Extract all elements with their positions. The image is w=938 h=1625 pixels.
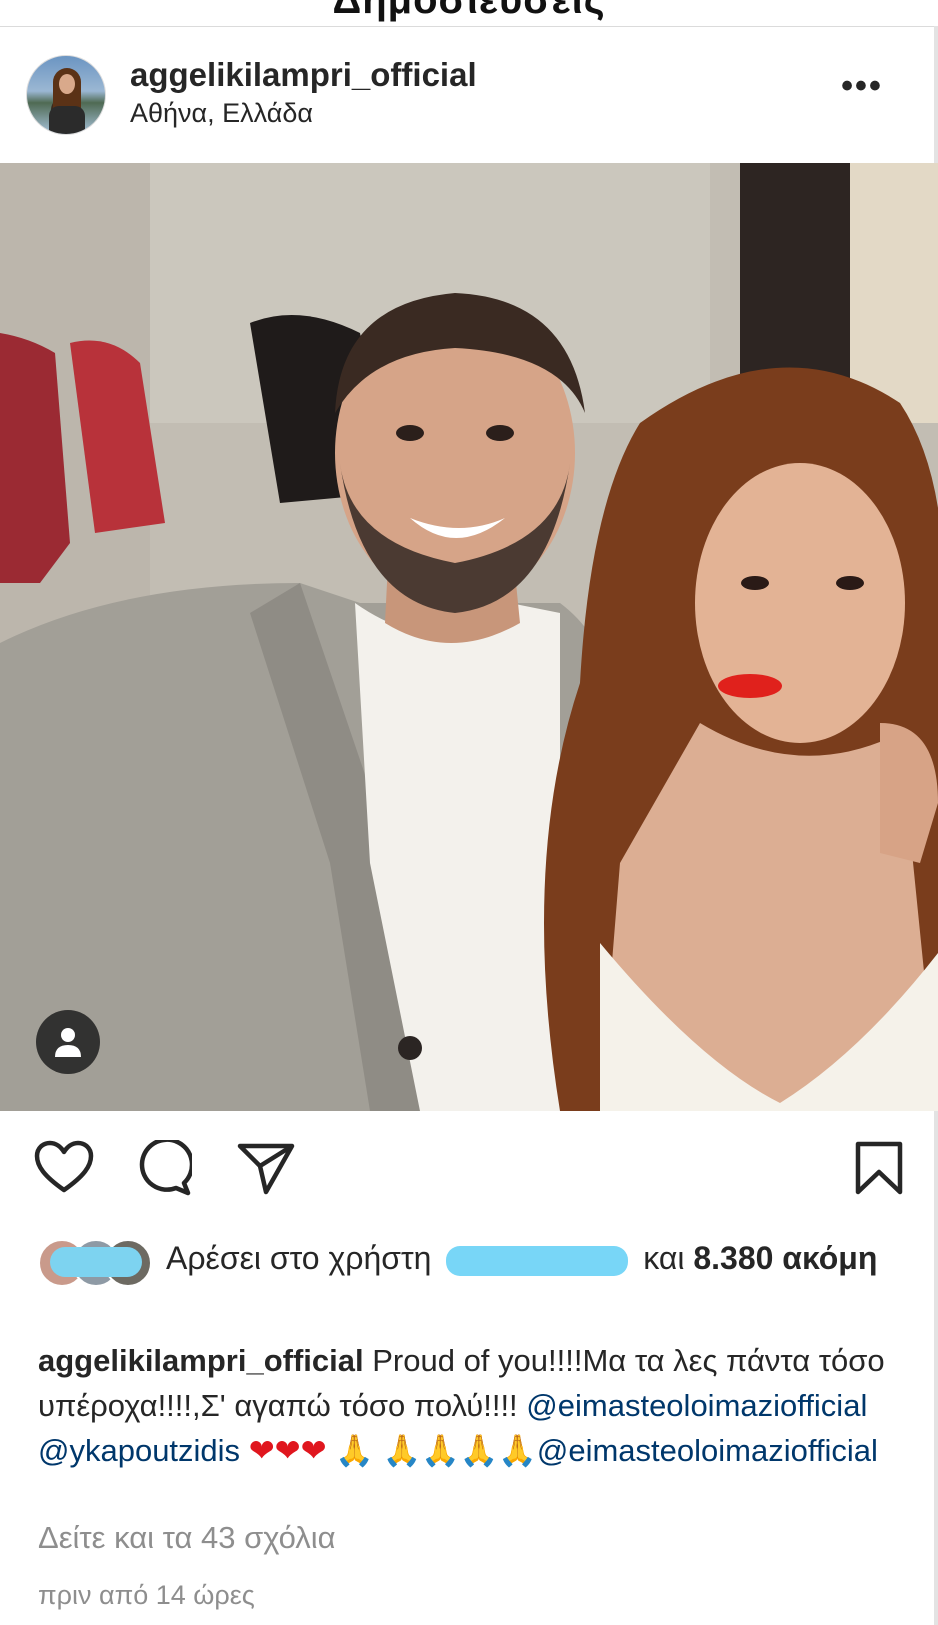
mention-link[interactable]: @eimasteoloimaziofficial bbox=[526, 1388, 867, 1423]
page-title: Δημοσιεύσεις bbox=[332, 0, 606, 22]
likes-prefix: Αρέσει στο χρήστη bbox=[166, 1240, 432, 1276]
post-location[interactable]: Αθήνα, Ελλάδα bbox=[130, 98, 313, 129]
heart-emoji: ❤❤❤ bbox=[248, 1433, 327, 1469]
post-photo-image bbox=[0, 163, 938, 1111]
likes-and: και bbox=[643, 1240, 685, 1276]
mention-link[interactable]: @ykapoutzidis bbox=[38, 1433, 240, 1468]
liker-name-blur bbox=[446, 1245, 629, 1276]
tagged-people-button[interactable] bbox=[36, 1010, 100, 1074]
liker-avatars[interactable] bbox=[38, 1239, 152, 1287]
post-username[interactable]: aggelikilampri_official bbox=[130, 56, 477, 94]
comment-bubble-icon[interactable] bbox=[134, 1140, 192, 1196]
profile-avatar[interactable] bbox=[26, 55, 106, 135]
heart-outline-icon[interactable] bbox=[34, 1140, 94, 1196]
privacy-blur bbox=[50, 1247, 142, 1277]
person-icon bbox=[55, 1028, 81, 1057]
caption-username[interactable]: aggelikilampri_official bbox=[38, 1343, 364, 1378]
post-caption: aggelikilampri_official Proud of you!!!!… bbox=[38, 1338, 908, 1474]
pray-emoji: 🙏🙏🙏🙏 bbox=[382, 1433, 537, 1469]
action-bar bbox=[0, 1140, 938, 1210]
bookmark-icon[interactable] bbox=[854, 1140, 904, 1196]
post-header: aggelikilampri_official Αθήνα, Ελλάδα ••… bbox=[0, 50, 938, 160]
header-divider bbox=[0, 26, 938, 27]
post-photo[interactable] bbox=[0, 163, 938, 1111]
likes-summary[interactable]: Αρέσει στο χρήστη και 8.380 ακόμη bbox=[166, 1235, 906, 1281]
post-timestamp: πριν από 14 ώρες bbox=[38, 1580, 255, 1610]
likes-count: 8.380 bbox=[693, 1240, 774, 1276]
mention-link[interactable]: @eimasteoloimaziofficial bbox=[537, 1433, 878, 1468]
view-comments-link[interactable]: Δείτε και τα 43 σχόλια bbox=[38, 1520, 336, 1556]
pray-emoji: 🙏 bbox=[335, 1433, 374, 1469]
likes-suffix: ακόμη bbox=[782, 1240, 878, 1276]
more-options-button[interactable]: ••• bbox=[840, 69, 884, 110]
paper-plane-icon[interactable] bbox=[236, 1140, 296, 1196]
